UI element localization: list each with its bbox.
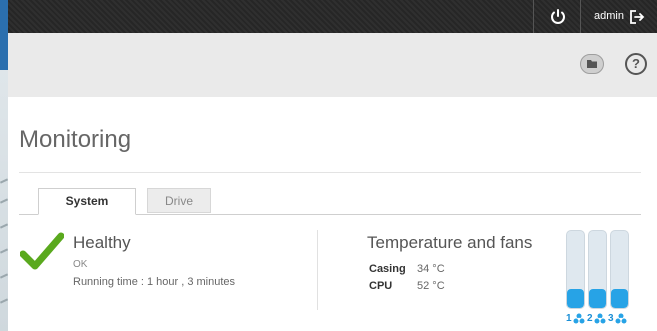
- running-time: Running time : 1 hour , 3 minutes: [73, 276, 236, 288]
- user-name[interactable]: admin: [594, 10, 624, 22]
- folder-button[interactable]: [580, 54, 604, 74]
- fan-icon: [594, 313, 606, 324]
- top-bar: admin: [8, 0, 657, 33]
- fan-gauge-1: [566, 230, 585, 309]
- background-streak: [0, 298, 9, 304]
- background-streak: [0, 178, 9, 184]
- fan-gauge-3: [610, 230, 629, 309]
- folder-icon: [587, 60, 597, 68]
- fan-level-3: [611, 288, 628, 308]
- fan-gauge-2: [588, 230, 607, 309]
- help-button[interactable]: ?: [625, 53, 647, 75]
- section-divider: [317, 230, 318, 310]
- help-icon: ?: [632, 56, 640, 71]
- fan-icon: [573, 313, 585, 324]
- logout-icon: [630, 10, 645, 24]
- background-streak: [0, 198, 9, 204]
- topbar-divider: [533, 0, 534, 33]
- background-streak: [0, 248, 9, 254]
- background-streak: [0, 223, 9, 229]
- title-divider: [19, 172, 641, 173]
- health-title: Healthy: [73, 233, 131, 252]
- fan-level-1: [567, 288, 584, 308]
- casing-value: 34 °C: [417, 263, 445, 275]
- check-icon: [20, 232, 64, 270]
- fan-label-1: 1: [566, 313, 572, 324]
- tab-system[interactable]: System: [38, 188, 136, 215]
- tab-bar: System Drive: [19, 188, 641, 215]
- cpu-value: 52 °C: [417, 280, 445, 292]
- fan-label-3: 3: [608, 313, 614, 324]
- casing-label: Casing: [369, 263, 406, 275]
- health-status: OK: [73, 259, 88, 270]
- toolbar: ?: [8, 33, 657, 97]
- fan-icon: [615, 313, 627, 324]
- page-title: Monitoring: [19, 126, 132, 153]
- logout-button[interactable]: [628, 8, 646, 26]
- cpu-label: CPU: [369, 280, 393, 292]
- background-streak: [0, 273, 9, 279]
- topbar-divider: [580, 0, 581, 33]
- power-button[interactable]: [549, 8, 567, 26]
- fan-label-2: 2: [587, 313, 593, 324]
- fan-level-2: [589, 288, 606, 308]
- temperature-title: Temperature and fans: [367, 233, 533, 252]
- tab-drive[interactable]: Drive: [147, 188, 211, 213]
- power-icon: [551, 9, 565, 24]
- background-strip: [0, 0, 9, 331]
